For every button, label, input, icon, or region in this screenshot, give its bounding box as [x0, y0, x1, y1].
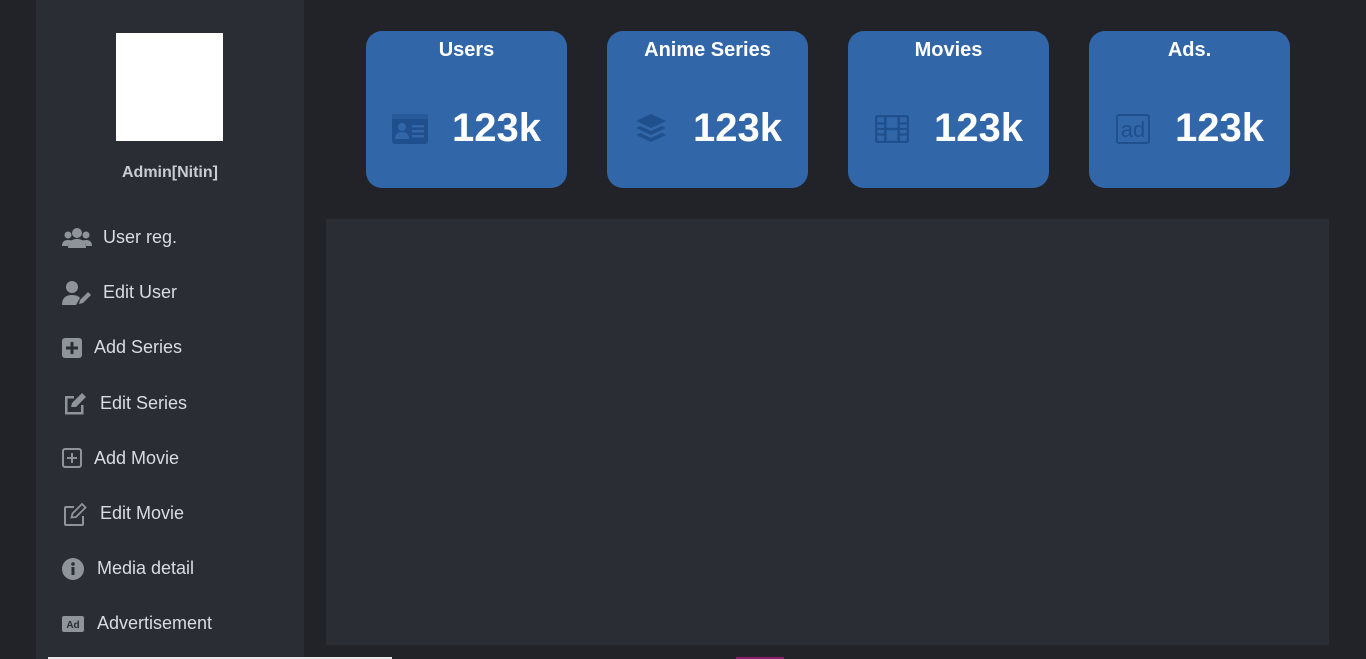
card-value: 123k [693, 106, 782, 150]
card-value: 123k [934, 106, 1023, 150]
id-card-icon [390, 111, 430, 147]
film-icon [872, 111, 912, 147]
layers-icon [631, 111, 671, 147]
sidebar-item-user-reg[interactable]: User reg. [36, 210, 304, 265]
stat-card-anime-series[interactable]: Anime Series 123k [607, 31, 808, 188]
sidebar-item-label: Edit Movie [100, 503, 185, 524]
sidebar-item-add-series[interactable]: Add Series [36, 320, 304, 375]
plus-square-icon [62, 336, 92, 360]
card-value: 123k [1175, 106, 1264, 150]
edit-square-icon [62, 391, 92, 415]
sidebar-item-label: User reg. [103, 227, 178, 248]
ad-icon: ad [1113, 111, 1153, 147]
sidebar: Admin[Nitin] User reg. Edit User Add Ser… [36, 0, 304, 659]
sidebar-item-edit-series[interactable]: Edit Series [36, 376, 304, 431]
sidebar-item-add-movie[interactable]: Add Movie [36, 431, 304, 486]
sidebar-item-label: Edit Series [100, 392, 188, 413]
sidebar-menu: User reg. Edit User Add Series Edit Seri… [36, 210, 304, 652]
card-title: Anime Series [644, 39, 771, 61]
ad-icon: Ad [62, 612, 92, 636]
info-circle-icon [62, 557, 92, 581]
card-title: Ads. [1167, 39, 1212, 61]
edit-square-outline-icon [62, 502, 92, 526]
users-icon [62, 226, 92, 250]
sidebar-item-label: Add Movie [94, 447, 180, 468]
sidebar-item-media-detail[interactable]: Media detail [36, 541, 304, 596]
sidebar-item-edit-movie[interactable]: Edit Movie [36, 486, 304, 541]
card-value: 123k [452, 106, 541, 150]
avatar [116, 33, 223, 141]
user-edit-icon [62, 280, 92, 305]
content-panel [326, 219, 1329, 645]
sidebar-item-advertisement[interactable]: Ad Advertisement [36, 596, 304, 651]
svg-text:ad: ad [1121, 117, 1145, 142]
card-title: Users [438, 39, 495, 61]
sidebar-item-label: Media detail [97, 558, 195, 579]
sidebar-item-label: Add Series [94, 337, 183, 358]
card-title: Movies [914, 39, 983, 61]
svg-text:Ad: Ad [66, 620, 79, 631]
sidebar-item-edit-user[interactable]: Edit User [36, 265, 304, 320]
sidebar-item-label: Edit User [103, 282, 178, 303]
stat-card-ads[interactable]: Ads. ad 123k [1089, 31, 1290, 188]
plus-square-outline-icon [62, 446, 92, 470]
stat-card-movies[interactable]: Movies 123k [848, 31, 1049, 188]
admin-name: Admin[Nitin] [122, 164, 218, 181]
stat-card-users[interactable]: Users 123k [366, 31, 567, 188]
sidebar-item-label: Advertisement [97, 613, 213, 634]
